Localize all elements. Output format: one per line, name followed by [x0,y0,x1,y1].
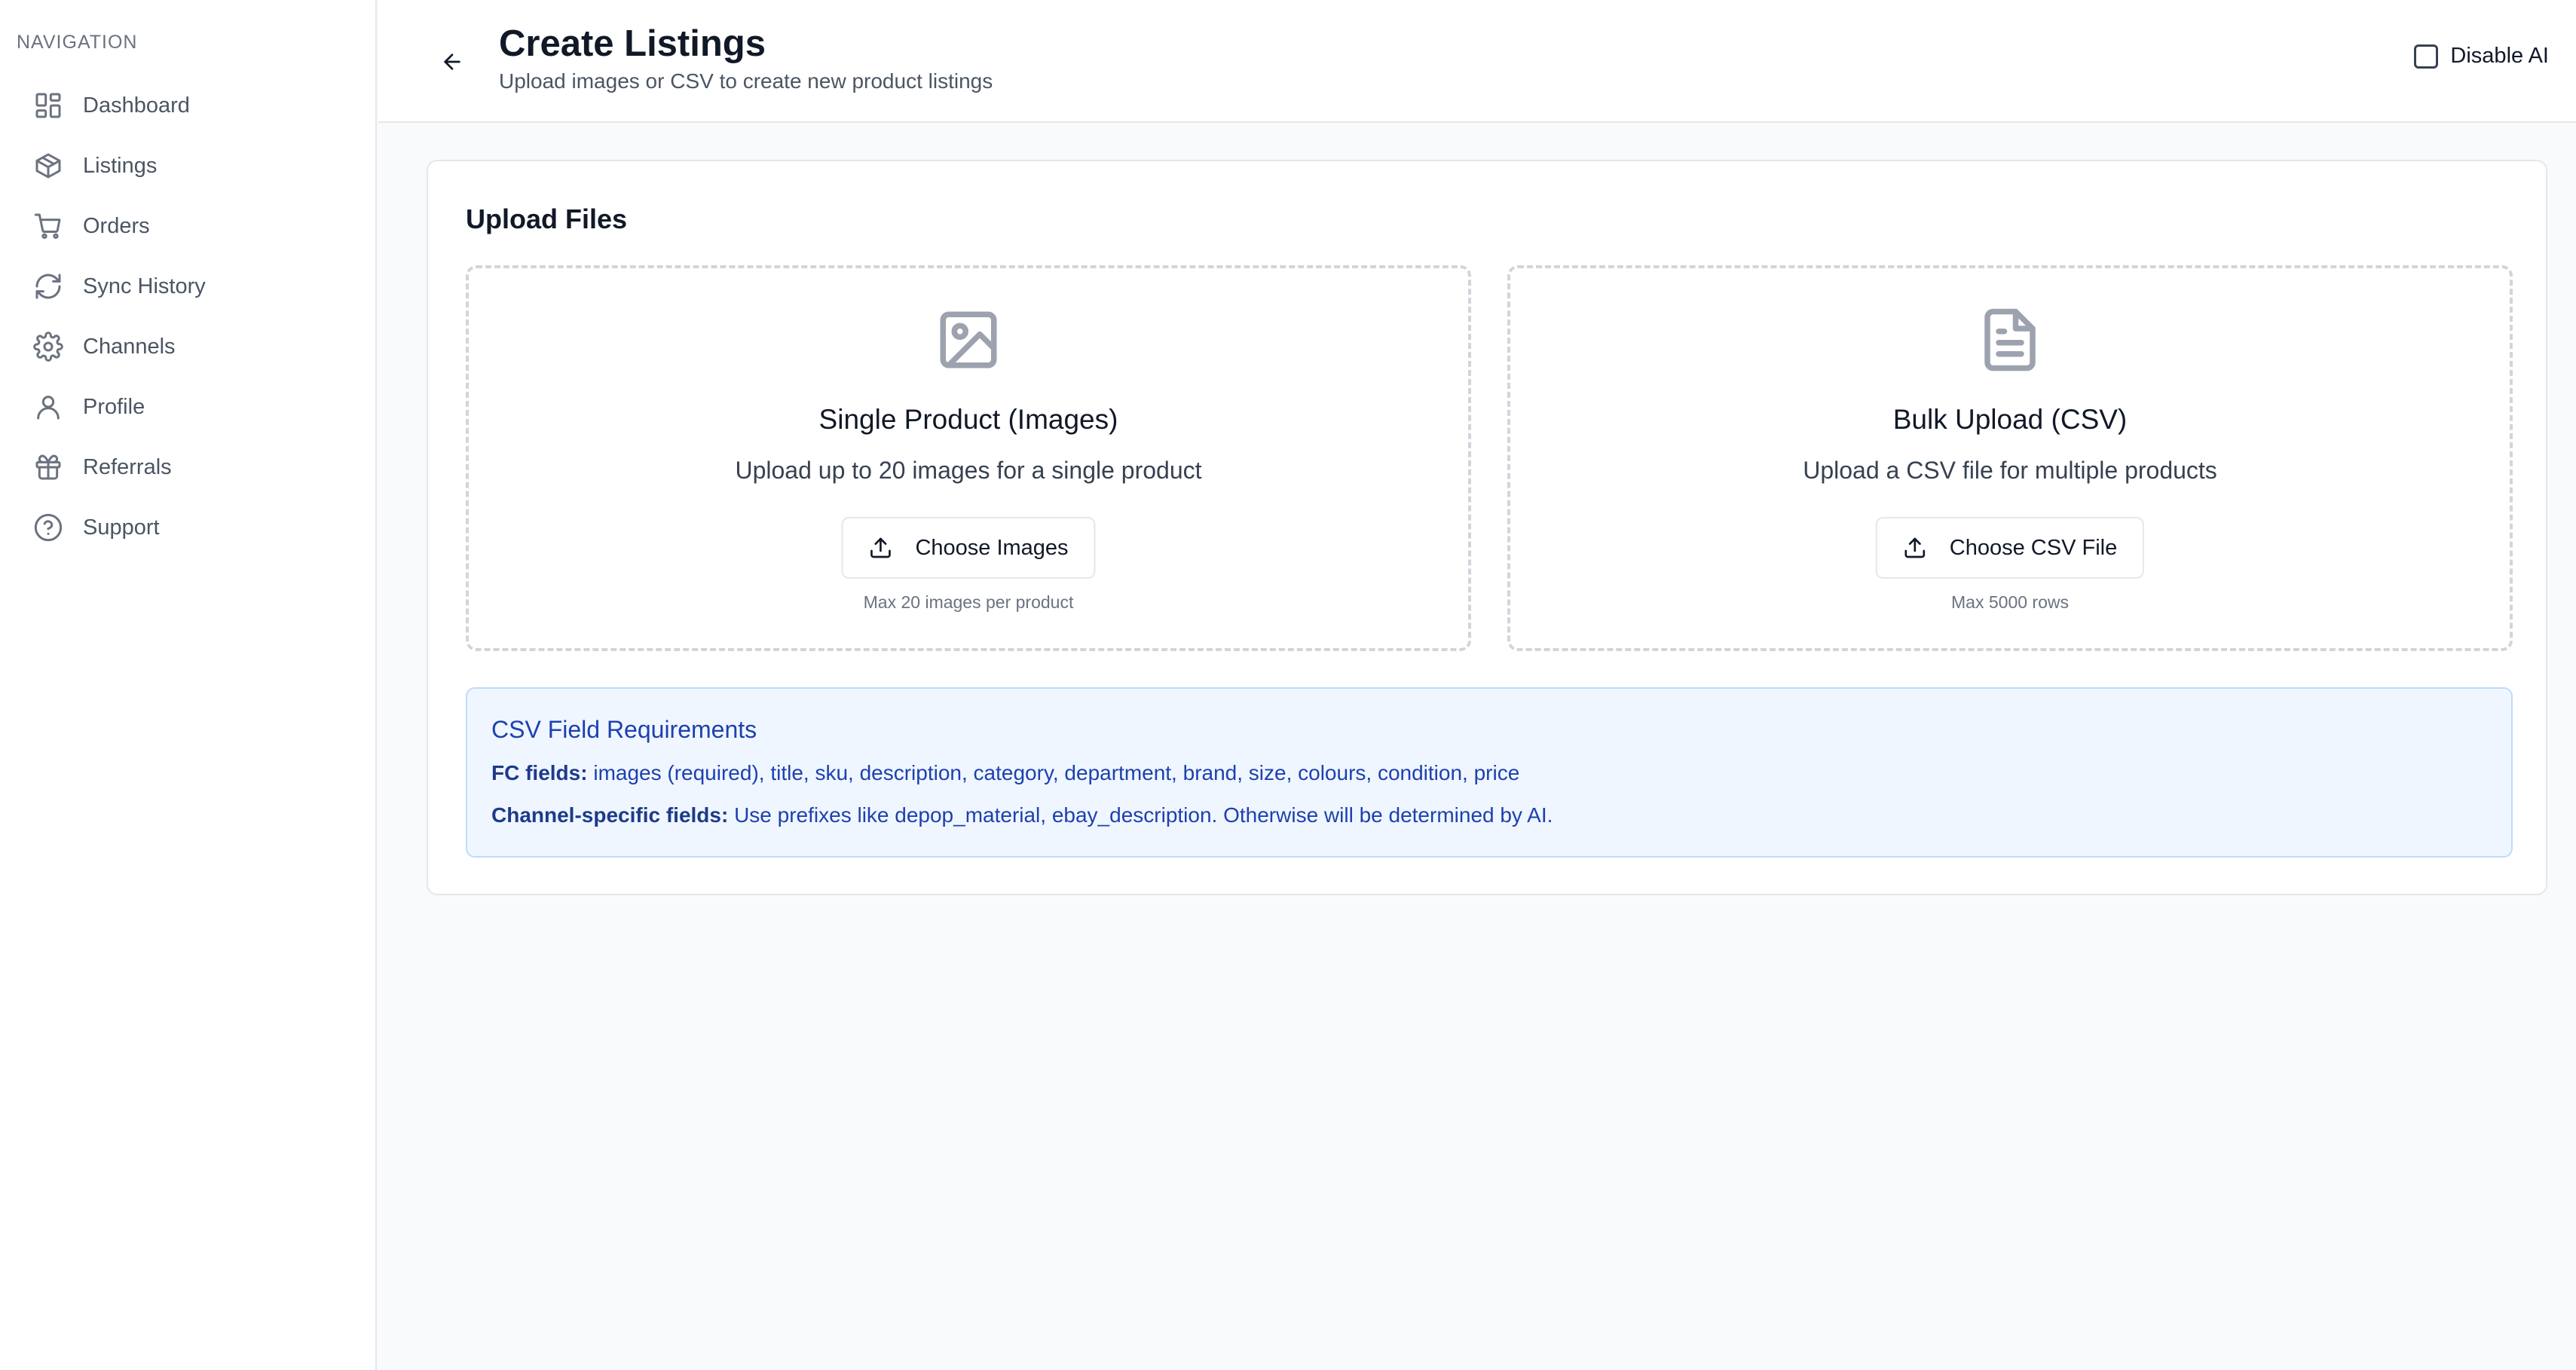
channel-fields-label: Channel-specific fields: [491,803,729,827]
sidebar-item-label: Support [83,515,160,540]
nav-heading: NAVIGATION [17,32,138,53]
sidebar: NAVIGATION Dashboard Listings Orders Syn… [0,0,377,1370]
upload-icon [870,537,891,558]
help-circle-icon [33,512,63,543]
choose-images-button[interactable]: Choose Images [841,517,1096,579]
sidebar-item-label: Sync History [83,274,206,298]
channel-fields-line: Channel-specific fields: Use prefixes li… [491,803,1553,827]
single-product-note: Max 20 images per product [863,592,1074,612]
sidebar-item-referrals[interactable]: Referrals [17,437,363,497]
sidebar-item-channels[interactable]: Channels [17,317,363,377]
back-button[interactable] [433,42,472,81]
dashboard-icon [33,90,63,121]
sidebar-item-orders[interactable]: Orders [17,196,363,256]
fc-fields-line: FC fields: images (required), title, sku… [491,761,1519,785]
csv-requirements-title: CSV Field Requirements [491,716,757,743]
gear-icon [33,332,63,362]
disable-ai-checkbox[interactable] [2414,44,2439,69]
sidebar-item-label: Dashboard [83,93,190,118]
sidebar-item-label: Profile [83,394,145,419]
upload-icon [1904,537,1926,558]
arrow-left-icon [444,54,460,70]
choose-csv-label: Choose CSV File [1949,535,2118,560]
sidebar-item-label: Listings [83,153,158,178]
channel-fields-text: Use prefixes like depop_material, ebay_d… [728,803,1553,827]
bulk-upload-title: Bulk Upload (CSV) [1892,404,2128,435]
gift-icon [33,452,63,482]
choose-csv-button[interactable]: Choose CSV File [1875,517,2145,579]
sidebar-item-support[interactable]: Support [17,497,363,558]
sidebar-item-profile[interactable]: Profile [17,377,363,437]
page-header: Create Listings Upload images or CSV to … [378,0,2576,123]
disable-ai-toggle[interactable]: Disable AI [2414,44,2549,69]
upload-card-title: Upload Files [466,203,628,234]
bulk-upload-note: Max 5000 rows [1951,592,2069,612]
sidebar-item-listings[interactable]: Listings [17,136,363,196]
csv-requirements-box: CSV Field Requirements FC fields: images… [466,687,2513,858]
upload-card: Upload Files Single Product (Images) Upl… [427,160,2547,895]
sidebar-item-dashboard[interactable]: Dashboard [17,75,363,136]
sidebar-item-label: Channels [83,334,176,359]
page-subtitle: Upload images or CSV to create new produ… [499,69,993,93]
image-icon [469,306,1468,374]
fc-fields-label: FC fields: [491,761,588,784]
single-product-title: Single Product (Images) [818,404,1118,435]
page-title: Create Listings [499,23,766,64]
file-text-icon [1510,306,2510,374]
refresh-icon [33,271,63,301]
sidebar-item-label: Referrals [83,454,172,479]
fc-fields-text: images (required), title, sku, descripti… [587,761,1520,784]
sidebar-item-sync-history[interactable]: Sync History [17,256,363,317]
bulk-upload-description: Upload a CSV file for multiple products [1803,457,2217,484]
disable-ai-label: Disable AI [2450,44,2549,68]
single-product-dropzone[interactable]: Single Product (Images) Upload up to 20 … [466,265,1471,651]
cart-icon [33,211,63,241]
choose-images-label: Choose Images [915,535,1069,560]
nav-list: Dashboard Listings Orders Sync History C… [17,75,363,558]
sidebar-item-label: Orders [83,213,150,238]
box-icon [33,151,63,181]
user-icon [33,392,63,422]
bulk-upload-dropzone[interactable]: Bulk Upload (CSV) Upload a CSV file for … [1507,265,2513,651]
single-product-description: Upload up to 20 images for a single prod… [735,457,1202,484]
